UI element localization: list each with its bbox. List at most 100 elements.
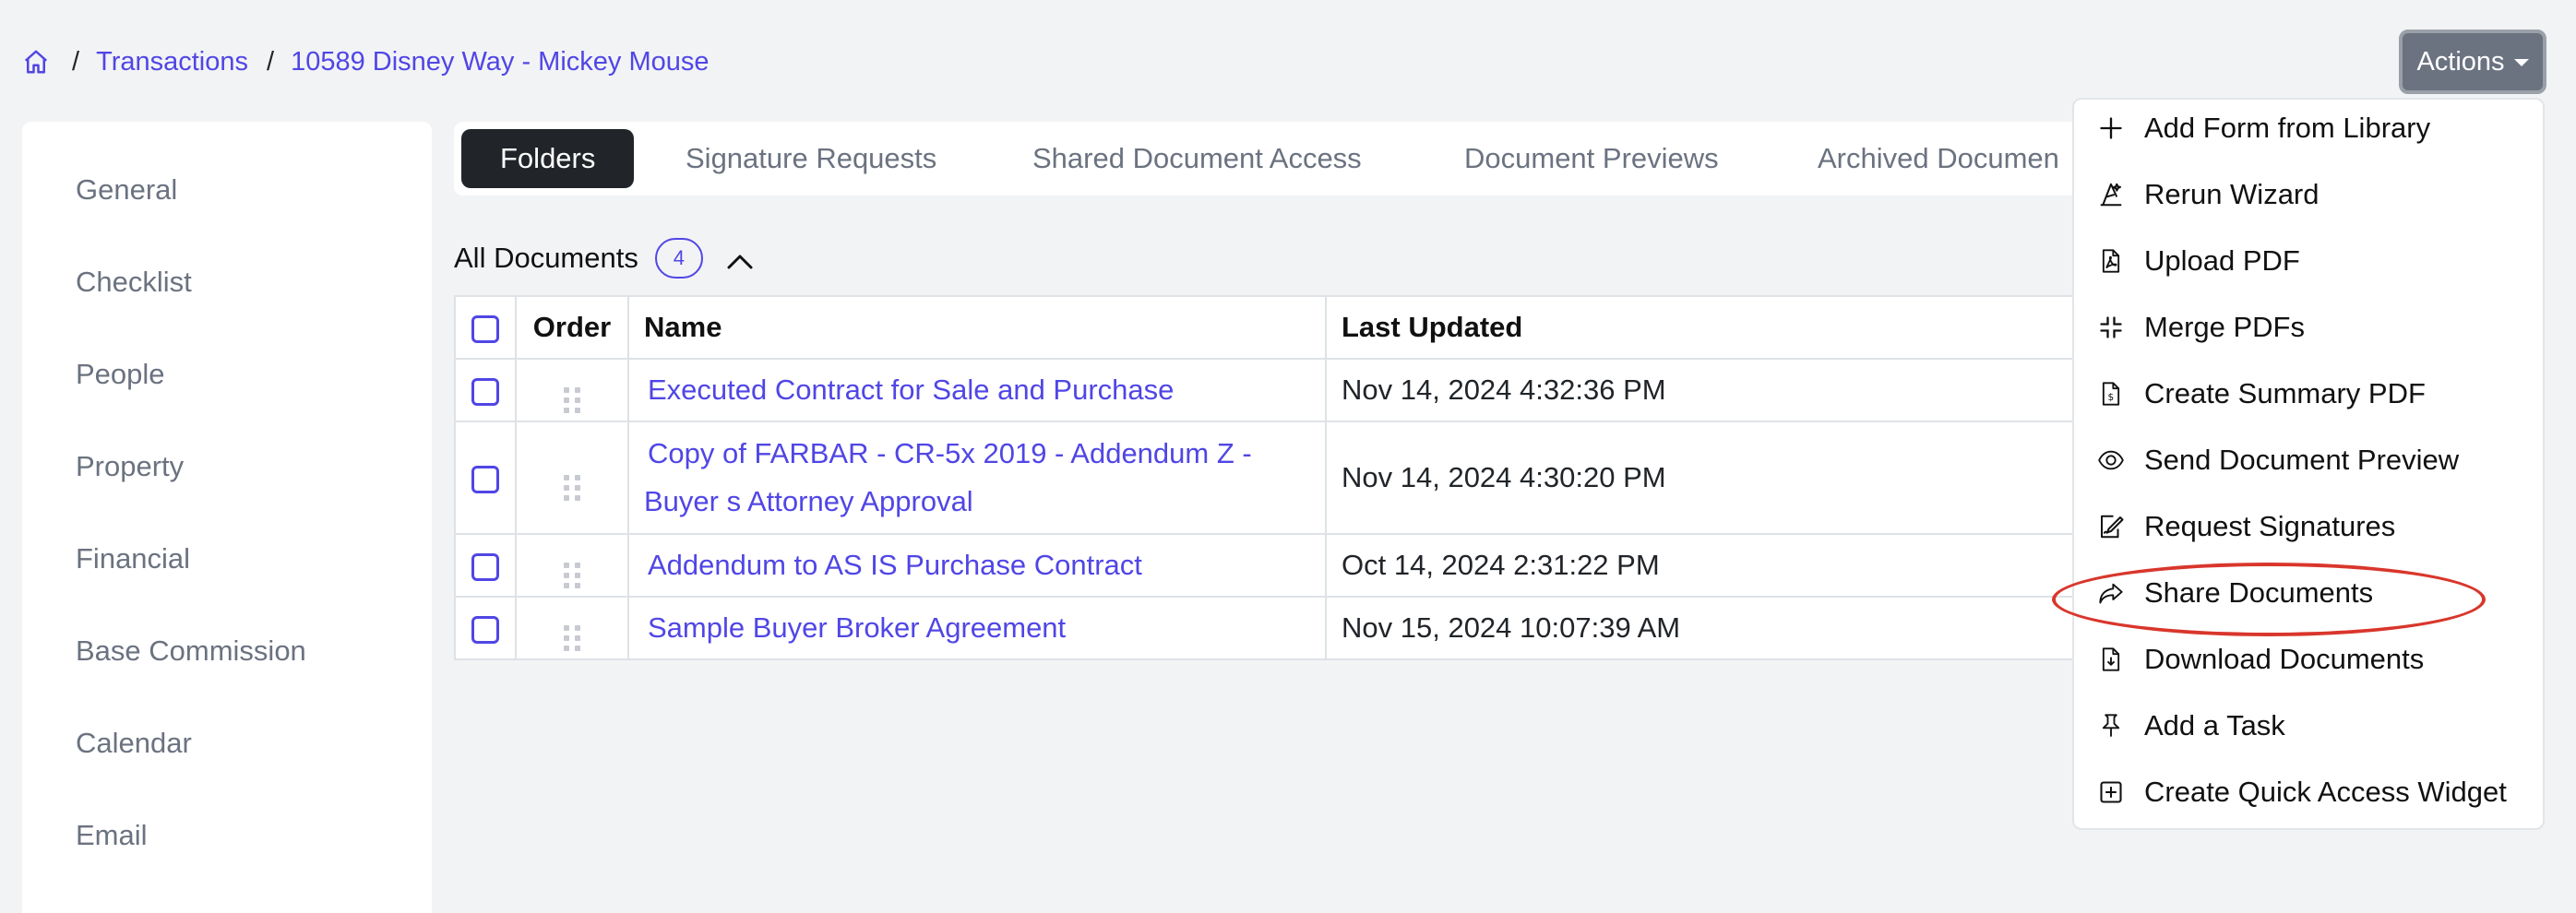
actions-button-label: Actions <box>2416 46 2505 77</box>
document-name-cell: Executed Contract for Sale and Purchase <box>627 358 1327 422</box>
document-link[interactable]: Buyer s Attorney Approval <box>644 478 1310 526</box>
row-checkbox[interactable] <box>471 552 499 581</box>
all-documents-title: All Documents <box>454 242 638 274</box>
row-select-cell <box>454 358 517 422</box>
menu-item-label: Request Signatures <box>2144 510 2396 542</box>
sidebar-item-base-commission[interactable]: Base Commission <box>76 634 306 668</box>
column-header-name[interactable]: Name <box>627 295 1327 360</box>
tab-signature-requests[interactable]: Signature Requests <box>686 129 936 188</box>
menu-item-upload-pdf[interactable]: Upload PDF <box>2094 235 2300 287</box>
menu-item-label: Add a Task <box>2144 709 2285 741</box>
menu-item-send-document-preview[interactable]: Send Document Preview <box>2094 434 2459 486</box>
download-file-icon <box>2094 643 2128 676</box>
sidebar-item-financial[interactable]: Financial <box>76 542 190 575</box>
signature-icon <box>2094 510 2128 543</box>
row-checkbox[interactable] <box>471 615 499 644</box>
drag-handle-icon[interactable] <box>515 358 629 422</box>
row-select-cell <box>454 596 517 660</box>
last-updated-cell: Oct 14, 2024 2:31:22 PM <box>1325 533 2115 598</box>
actions-dropdown-menu: Add Form from Library Rerun Wizard Uploa… <box>2072 98 2545 830</box>
menu-item-share-documents[interactable]: Share Documents <box>2094 567 2373 619</box>
menu-item-label: Add Form from Library <box>2144 112 2431 144</box>
plus-icon <box>2094 112 2128 145</box>
menu-item-label: Rerun Wizard <box>2144 178 2320 210</box>
menu-item-label: Share Documents <box>2144 576 2374 609</box>
row-checkbox[interactable] <box>471 465 499 493</box>
menu-item-add-a-task[interactable]: Add a Task <box>2094 700 2285 752</box>
sidebar-item-calendar[interactable]: Calendar <box>76 727 192 760</box>
document-link[interactable]: Sample Buyer Broker Agreement <box>648 611 1066 644</box>
chevron-up-icon[interactable] <box>723 247 757 269</box>
drag-handle-icon[interactable] <box>515 596 629 660</box>
menu-item-label: Create Summary PDF <box>2144 377 2426 409</box>
share-icon <box>2094 576 2128 610</box>
row-select-cell <box>454 421 517 535</box>
sidebar-item-email[interactable]: Email <box>76 819 148 852</box>
breadcrumb-transactions-link[interactable]: Transactions <box>96 47 248 77</box>
menu-item-create-quick-access-widget[interactable]: Create Quick Access Widget <box>2094 766 2507 818</box>
document-count-badge: 4 <box>654 238 703 279</box>
document-link[interactable]: Copy of FARBAR - CR-5x 2019 - Addendum Z… <box>648 430 1310 478</box>
wizard-hat-icon <box>2094 178 2128 211</box>
documents-table: Order Name Last Updated Executed Contrac… <box>454 295 2115 660</box>
merge-icon <box>2094 311 2128 344</box>
column-header-order[interactable]: Order <box>515 295 629 360</box>
pdf-file-icon <box>2094 244 2128 278</box>
sidebar-item-general[interactable]: General <box>76 173 177 207</box>
table-row: Sample Buyer Broker Agreement Nov 15, 20… <box>454 596 2115 660</box>
menu-item-add-form-from-library[interactable]: Add Form from Library <box>2094 102 2430 154</box>
sidebar-item-people[interactable]: People <box>76 358 165 391</box>
tab-bar: Folders Signature Requests Shared Docume… <box>454 122 2115 196</box>
breadcrumb: / Transactions / 10589 Disney Way - Mick… <box>22 46 710 77</box>
menu-item-label: Create Quick Access Widget <box>2144 776 2507 808</box>
eye-icon <box>2094 444 2128 477</box>
table-header-row: Order Name Last Updated <box>454 295 2115 360</box>
sidebar-item-checklist[interactable]: Checklist <box>76 266 192 299</box>
drag-handle-icon[interactable] <box>515 421 629 535</box>
table-row: Copy of FARBAR - CR-5x 2019 - Addendum Z… <box>454 421 2115 535</box>
document-name-cell: Addendum to AS IS Purchase Contract <box>627 533 1327 598</box>
page: / Transactions / 10589 Disney Way - Mick… <box>0 0 2576 913</box>
menu-item-create-summary-pdf[interactable]: $ Create Summary PDF <box>2094 368 2426 420</box>
actions-button[interactable]: Actions <box>2399 30 2546 94</box>
home-icon[interactable] <box>22 46 54 77</box>
all-documents-header: All Documents 4 <box>454 238 757 279</box>
breadcrumb-property-link[interactable]: 10589 Disney Way - Mickey Mouse <box>291 47 709 77</box>
plus-square-icon <box>2094 776 2128 809</box>
caret-down-icon <box>2513 59 2529 66</box>
table-row: Addendum to AS IS Purchase Contract Oct … <box>454 533 2115 598</box>
menu-item-label: Download Documents <box>2144 643 2425 675</box>
summary-file-icon: $ <box>2094 377 2128 410</box>
menu-item-rerun-wizard[interactable]: Rerun Wizard <box>2094 169 2320 220</box>
row-select-cell <box>454 533 517 598</box>
last-updated-cell: Nov 14, 2024 4:30:20 PM <box>1325 421 2115 535</box>
tab-document-previews[interactable]: Document Previews <box>1464 129 1719 188</box>
menu-item-label: Send Document Preview <box>2144 444 2460 476</box>
pin-icon <box>2094 709 2128 742</box>
table-row: Executed Contract for Sale and Purchase … <box>454 358 2115 422</box>
select-all-cell <box>454 295 517 360</box>
last-updated-cell: Nov 14, 2024 4:32:36 PM <box>1325 358 2115 422</box>
column-header-last-updated[interactable]: Last Updated <box>1325 295 2115 360</box>
document-link[interactable]: Executed Contract for Sale and Purchase <box>648 374 1174 406</box>
breadcrumb-separator: / <box>72 46 80 77</box>
menu-item-merge-pdfs[interactable]: Merge PDFs <box>2094 302 2305 353</box>
document-name-cell: Copy of FARBAR - CR-5x 2019 - Addendum Z… <box>627 421 1327 535</box>
document-link[interactable]: Addendum to AS IS Purchase Contract <box>648 549 1142 581</box>
drag-handle-icon[interactable] <box>515 533 629 598</box>
svg-text:$: $ <box>2108 392 2115 403</box>
sidebar: General Checklist People Property Financ… <box>22 122 432 913</box>
menu-item-label: Upload PDF <box>2144 244 2300 277</box>
tab-shared-document-access[interactable]: Shared Document Access <box>1032 129 1362 188</box>
sidebar-item-property[interactable]: Property <box>76 450 184 483</box>
menu-item-request-signatures[interactable]: Request Signatures <box>2094 501 2395 552</box>
breadcrumb-separator: / <box>267 46 275 77</box>
menu-item-label: Merge PDFs <box>2144 311 2305 343</box>
tab-folders[interactable]: Folders <box>461 129 635 188</box>
document-name-cell: Sample Buyer Broker Agreement <box>627 596 1327 660</box>
select-all-checkbox[interactable] <box>471 314 499 343</box>
row-checkbox[interactable] <box>471 377 499 406</box>
last-updated-cell: Nov 15, 2024 10:07:39 AM <box>1325 596 2115 660</box>
tab-archived-documents[interactable]: Archived Documen <box>1818 129 2059 188</box>
menu-item-download-documents[interactable]: Download Documents <box>2094 634 2424 685</box>
